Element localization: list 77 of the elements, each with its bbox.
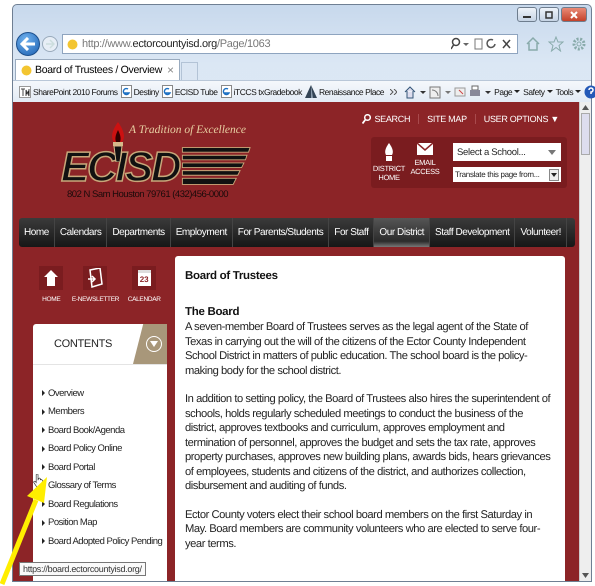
print-icon[interactable] <box>469 84 492 98</box>
close-button[interactable] <box>561 7 587 22</box>
paragraph: A seven-member Board of Trustees serves as the legal agent of the State of Texas in carrying out the will of the citizens of the Ector County Independent School District in matters of public education. The school board is the policy-making body for the school district. <box>185 320 530 378</box>
favorite-link[interactable]: ECISD Tube <box>162 85 218 98</box>
caret-icon <box>150 341 158 347</box>
mail-icon[interactable] <box>454 84 466 98</box>
pyramid-icon <box>304 85 317 98</box>
command-menu[interactable]: Page <box>494 86 520 96</box>
webpage-icon <box>120 85 132 98</box>
command-menu[interactable]: Safety <box>523 86 553 96</box>
home-icon <box>44 270 58 286</box>
forward-arrow-icon <box>45 39 55 49</box>
header-link[interactable]: USER OPTIONS ▼ <box>474 114 567 124</box>
contents-link[interactable]: Board Book/Agenda <box>42 421 125 440</box>
tab-close-button[interactable]: × <box>167 63 174 77</box>
close-icon <box>569 10 579 18</box>
star-icon[interactable] <box>548 36 564 52</box>
scroll-up-icon[interactable] <box>582 105 589 110</box>
tn-icon <box>19 86 31 98</box>
command-menu[interactable]: Tools <box>556 86 582 96</box>
district-address: 802 N Sam Houston 79761 (432)456-0000 <box>67 189 230 200</box>
contents-title: CONTENTS <box>52 337 114 352</box>
scrollbar[interactable] <box>579 102 591 581</box>
search-icon <box>362 114 372 124</box>
school-select[interactable]: Select a School... <box>453 143 561 161</box>
tagline: A Tradition of Excellence <box>129 124 247 136</box>
paragraph: In addition to setting policy, the Board of Trustees also hires the superintendent of schools, holds regularly scheduled meetings to conduct the business of the district, approves textbooks and curriculum, approves employment and termination of personnel, approves the budget and sets the tax rate, approves property purchases, approves new building plans, awards bids, hears grievances of employees, students and citizens of the district, and authorizes collection, disbursement and auditing of funds. <box>185 392 552 494</box>
contents-link[interactable]: Overview <box>42 384 84 402</box>
nav-tab[interactable]: Departments <box>107 218 171 247</box>
translate-select[interactable]: Translate this page from... <box>453 167 561 182</box>
maximize-icon <box>544 10 554 18</box>
contents-link[interactable]: Position Map <box>42 514 97 532</box>
home-icon[interactable] <box>404 84 426 98</box>
contents-link[interactable]: Board Adopted Policy Pending <box>42 532 162 550</box>
minimize-button[interactable] <box>517 7 537 22</box>
contents-link[interactable]: Board Portal <box>42 458 95 476</box>
address-bar[interactable]: http://www.ectorcountyisd.org/Page/1063 <box>62 34 518 54</box>
nav-tab[interactable]: For Parents/Students <box>232 218 330 247</box>
more-favorites-icon[interactable] <box>390 88 398 94</box>
header-link[interactable]: SITE MAP <box>418 114 475 124</box>
nav-tab[interactable]: Calendars <box>54 218 108 247</box>
back-button[interactable] <box>16 32 40 56</box>
nav-tab[interactable]: Home <box>19 218 55 247</box>
feed-icon[interactable] <box>429 84 452 98</box>
page-icon <box>21 64 32 76</box>
nav-tab[interactable]: Volunteer! <box>515 218 567 247</box>
webpage-icon <box>220 85 232 98</box>
nav-tab[interactable]: Our District <box>374 218 430 247</box>
torch-icon <box>383 143 395 161</box>
nav-tab[interactable]: Employment <box>170 218 233 247</box>
page-title: Board of Trustees <box>185 270 279 282</box>
link-tooltip: https://board.ectorcountyisd.org/ <box>19 562 146 576</box>
favorite-link[interactable]: Renaissance Place <box>304 85 384 98</box>
url-text: http://www.ectorcountyisd.org/Page/1063 <box>82 38 272 50</box>
favorite-link[interactable]: Destiny <box>120 85 159 98</box>
nav-tab[interactable]: Staff Development <box>430 218 516 247</box>
logo-text: ECISD <box>61 146 180 188</box>
header-link[interactable]: SEARCH <box>354 114 418 124</box>
collapse-button[interactable] <box>146 336 162 352</box>
webpage-icon <box>162 85 173 98</box>
scrollbar-thumb[interactable] <box>581 113 590 155</box>
section-heading: The Board <box>185 306 240 318</box>
contents-link[interactable]: Members <box>42 402 84 421</box>
maximize-button[interactable] <box>539 7 559 22</box>
calendar-icon: 23 <box>138 270 151 286</box>
tab-title: Board of Trustees / Overview <box>35 64 162 76</box>
envelope-icon <box>417 143 433 155</box>
favorite-link[interactable]: SharePoint 2010 Forums <box>19 86 118 98</box>
scroll-down-icon[interactable] <box>582 573 589 578</box>
favorite-link[interactable]: iTCCS txGradebook <box>220 85 302 98</box>
paragraph: Ector County voters elect their school board members on the first Saturday in May. Board members are community volunteers who are elected to serve four-year terms. <box>185 508 542 551</box>
page-icon <box>67 38 78 50</box>
contents-link[interactable]: Board Policy Online <box>42 440 122 458</box>
address-actions-icon[interactable] <box>451 37 513 51</box>
newsletter-icon <box>87 268 104 288</box>
browser-tab[interactable]: Board of Trustees / Overview × <box>15 59 180 80</box>
back-arrow-icon <box>20 37 36 51</box>
